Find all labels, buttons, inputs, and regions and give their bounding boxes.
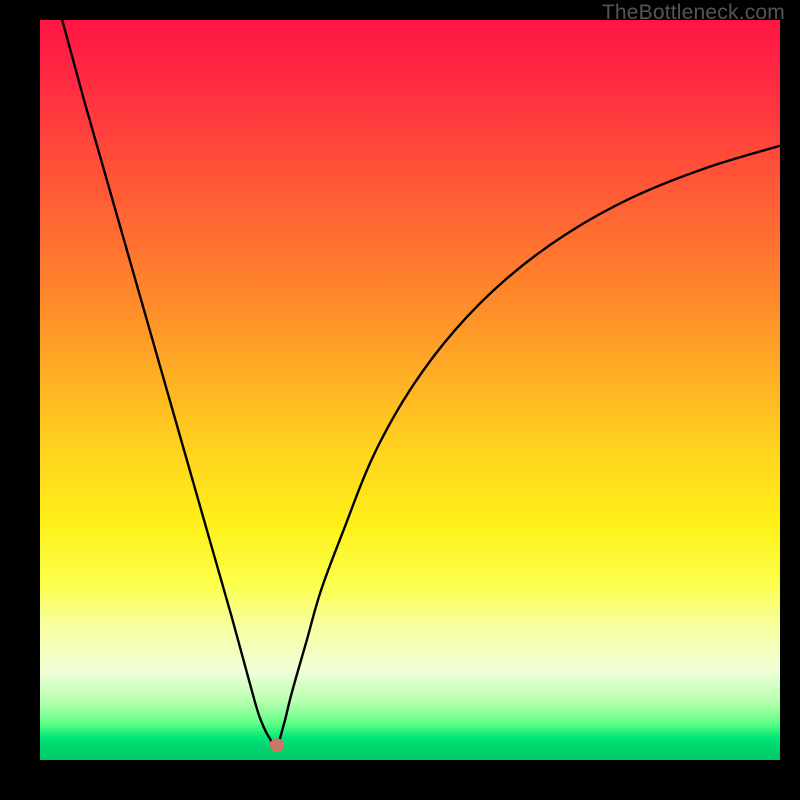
- bottleneck-curve: [40, 20, 780, 760]
- bottleneck-curve-path: [62, 20, 780, 746]
- chart-frame: TheBottleneck.com: [0, 0, 800, 800]
- sweet-spot-marker-icon: [270, 738, 284, 752]
- plot-area: [40, 20, 780, 760]
